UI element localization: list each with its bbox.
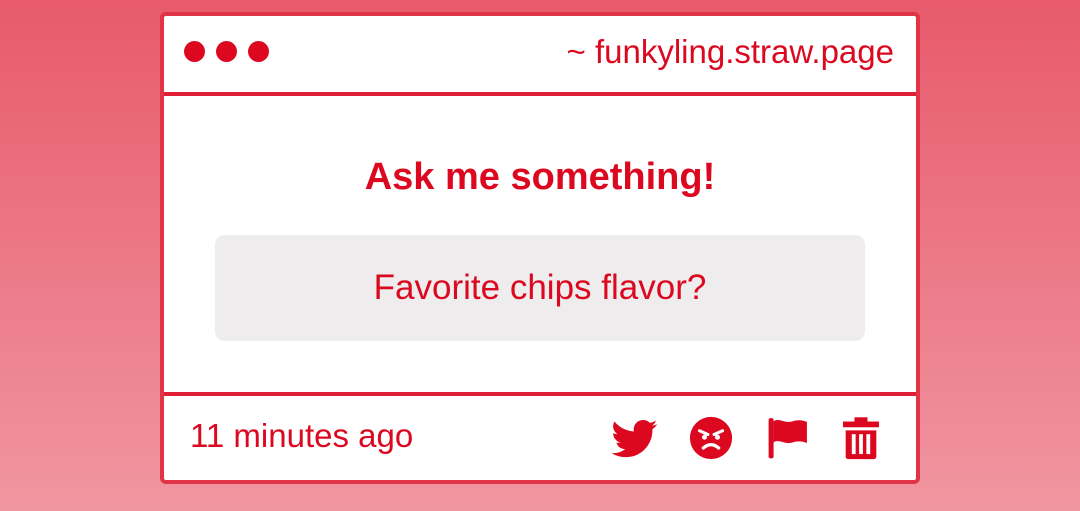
window-dot-1 <box>184 41 205 62</box>
report-angry-button[interactable] <box>688 415 734 461</box>
window-dot-2 <box>216 41 237 62</box>
question-card: ~ funkyling.straw.page Ask me something!… <box>160 12 920 484</box>
twitter-share-button[interactable] <box>612 415 658 461</box>
window-dot-3 <box>248 41 269 62</box>
question-text: Favorite chips flavor? <box>373 268 707 307</box>
question-box: Favorite chips flavor? <box>215 235 865 341</box>
window-titlebar: ~ funkyling.straw.page <box>164 16 916 96</box>
angry-face-icon <box>689 416 733 460</box>
card-body: Ask me something! Favorite chips flavor? <box>164 96 916 392</box>
twitter-icon <box>612 419 658 458</box>
timestamp: 11 minutes ago <box>190 417 414 454</box>
page-url[interactable]: ~ funkyling.straw.page <box>567 32 894 72</box>
delete-button[interactable] <box>838 415 884 461</box>
card-footer: 11 minutes ago <box>164 392 916 480</box>
flag-button[interactable] <box>764 415 810 461</box>
page-title: Ask me something! <box>364 156 716 198</box>
flag-icon <box>768 418 807 459</box>
window-controls <box>184 41 269 62</box>
trash-icon <box>842 417 880 460</box>
